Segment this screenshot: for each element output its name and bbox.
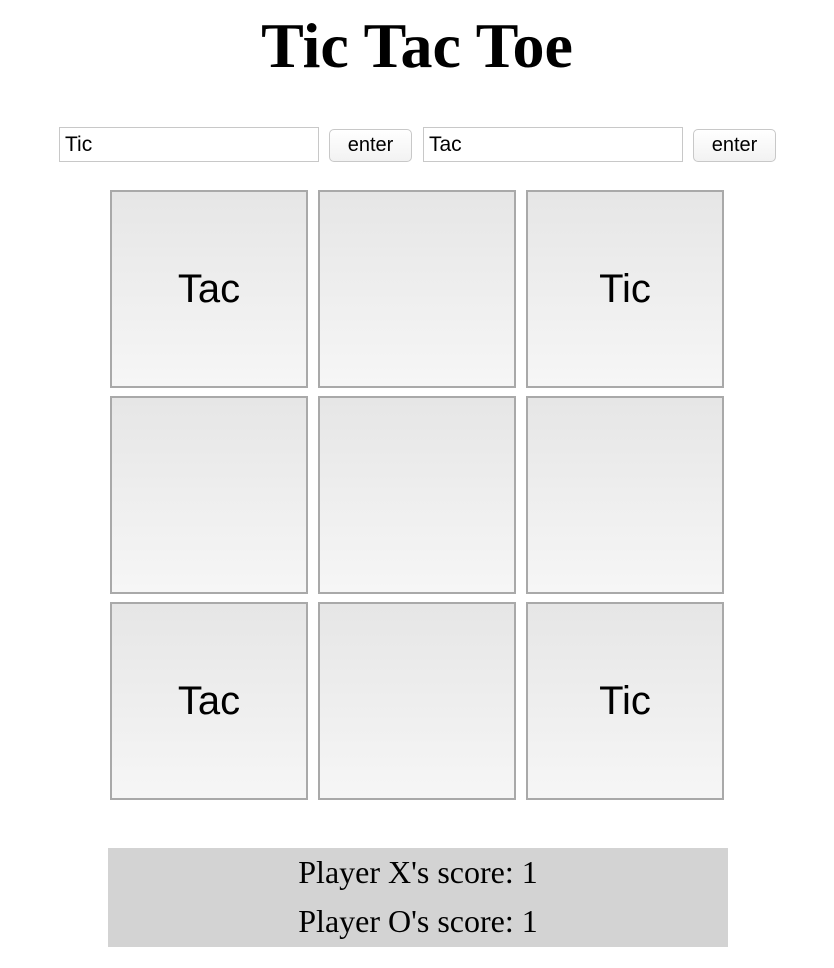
board-cell-7[interactable]: Tac [110, 602, 308, 800]
player-x-name-input[interactable] [59, 127, 319, 162]
board-cell-3[interactable]: Tic [526, 190, 724, 388]
board-cell-5[interactable] [318, 396, 516, 594]
player-x-score: Player X's score: 1 [298, 854, 538, 890]
player-x-enter-button[interactable]: enter [329, 129, 412, 162]
board-cell-8[interactable] [318, 602, 516, 800]
game-board: Tac Tic Tac Tic [110, 190, 724, 800]
board-cell-2[interactable] [318, 190, 516, 388]
scoreboard: Player X's score: 1 Player O's score: 1 [108, 848, 728, 947]
player-o-enter-button[interactable]: enter [693, 129, 776, 162]
player-o-name-input[interactable] [423, 127, 683, 162]
board-cell-6[interactable] [526, 396, 724, 594]
board-cell-4[interactable] [110, 396, 308, 594]
player-o-score: Player O's score: 1 [298, 903, 538, 939]
board-cell-9[interactable]: Tic [526, 602, 724, 800]
page-title: Tic Tac Toe [261, 10, 573, 81]
board-cell-1[interactable]: Tac [110, 190, 308, 388]
